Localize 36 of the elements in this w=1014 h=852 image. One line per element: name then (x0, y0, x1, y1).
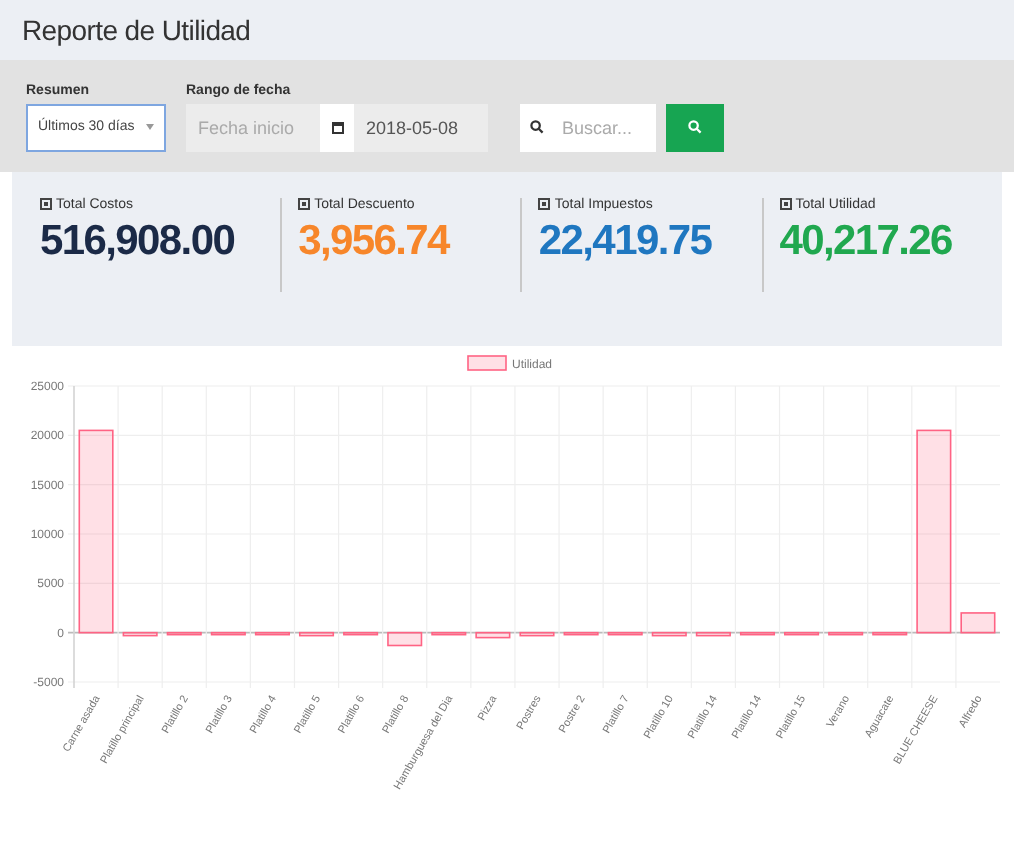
chart-bar (254, 631, 290, 636)
end-date-field[interactable]: 2018-05-08 (354, 103, 488, 152)
chart-bar (122, 631, 158, 637)
search-button[interactable] (666, 103, 724, 152)
box-icon (538, 198, 551, 211)
chart-bar (607, 631, 643, 636)
calendar-icon (331, 120, 343, 135)
chart-bar (695, 631, 731, 637)
start-date-field[interactable]: Fecha inicio (186, 103, 320, 152)
chart-bar (431, 631, 467, 636)
chart-bar (784, 631, 820, 636)
search-field[interactable]: Buscar... (554, 103, 656, 152)
chart-bar (872, 631, 908, 636)
chart-bar (210, 631, 246, 636)
chart-bar (475, 631, 511, 639)
chart-bar (739, 631, 776, 636)
box-icon (298, 198, 311, 211)
stat-value: 22,419.75 (538, 217, 714, 266)
box-icon (779, 198, 792, 211)
stat-value: 516,908.00 (40, 217, 237, 266)
chart-bar (387, 631, 423, 647)
caret-icon (146, 124, 154, 131)
page-title: Reporte de Utilidad (22, 13, 251, 46)
chart-bar (563, 631, 599, 636)
stat-value: 3,956.74 (298, 217, 452, 266)
chart-bar (343, 631, 379, 636)
chart-bar (651, 631, 687, 637)
chart-bar (519, 631, 555, 637)
chart-bar (166, 631, 202, 636)
chart-bar (298, 631, 335, 637)
stat-value: 40,217.26 (779, 217, 954, 266)
search-icon (530, 120, 544, 135)
search-icon (688, 120, 702, 135)
chart-bar (828, 631, 864, 636)
box-icon (40, 198, 52, 211)
chart-bar (960, 612, 996, 634)
